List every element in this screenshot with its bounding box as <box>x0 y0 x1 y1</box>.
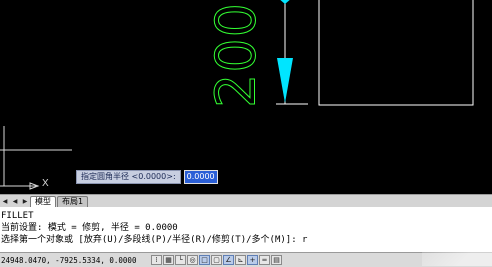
tab-prev-icon[interactable]: ◀ <box>13 198 18 205</box>
dynamic-input-field[interactable]: 0.0000 <box>183 170 218 184</box>
tab-next-icon[interactable]: ▶ <box>23 198 28 205</box>
object-snap-icon[interactable]: □ <box>199 255 210 265</box>
rectangle <box>318 0 474 106</box>
dynamic-input-prompt: 指定圆角半径 <0.0000>: <box>76 170 181 184</box>
dimension-arrow-bottom <box>277 58 293 103</box>
dynamic-input-tooltip: 指定圆角半径 <0.0000>: 0.0000 <box>76 170 218 184</box>
dimension-text: 200 <box>196 0 276 110</box>
command-history-line: 当前设置: 模式 = 修剪, 半径 = 0.0000 <box>1 223 178 233</box>
transparency-icon[interactable]: ▤ <box>271 255 282 265</box>
3d-object-snap-icon[interactable]: ▢ <box>211 255 222 265</box>
ucs-x-label: X <box>42 178 49 189</box>
ucs-toggle-icon[interactable]: ⊾ <box>235 255 246 265</box>
layout-tab-bar: ◀ ◀ ▶ 模型 布局1 <box>0 194 492 207</box>
polar-tracking-icon[interactable]: ◎ <box>187 255 198 265</box>
snap-mode-icon[interactable]: ⁞ <box>151 255 162 265</box>
command-history-line: FILLET <box>1 211 34 221</box>
coordinate-readout: 24948.0470, -7925.5334, 0.0000 <box>1 255 137 265</box>
tab-model[interactable]: 模型 <box>30 196 56 207</box>
dimension-arrow-top <box>280 0 290 4</box>
drawing-canvas[interactable]: 200 X 指定圆角半径 <0.0000>: 0.0000 <box>0 0 492 206</box>
command-line-window[interactable]: FILLET 当前设置: 模式 = 修剪, 半径 = 0.0000 选择第一个对… <box>0 207 492 252</box>
dynamic-input-icon[interactable]: + <box>247 255 258 265</box>
ortho-mode-icon[interactable]: └ <box>175 255 186 265</box>
tab-first-icon[interactable]: ◀ <box>3 198 8 205</box>
grid-display-icon[interactable]: ▦ <box>163 255 174 265</box>
command-prompt-line[interactable]: 选择第一个对象或 [放弃(U)/多段线(P)/半径(R)/修剪(T)/多个(M)… <box>0 234 492 246</box>
tab-navigation: ◀ ◀ ▶ <box>0 196 30 207</box>
lineweight-icon[interactable]: ═ <box>259 255 270 265</box>
dimension-value: 200 <box>204 1 268 109</box>
object-snap-tracking-icon[interactable]: ∠ <box>223 255 234 265</box>
status-bar: 24948.0470, -7925.5334, 0.0000 ⁞ ▦ └ ◎ □… <box>0 252 492 267</box>
tab-layout1[interactable]: 布局1 <box>57 196 89 207</box>
